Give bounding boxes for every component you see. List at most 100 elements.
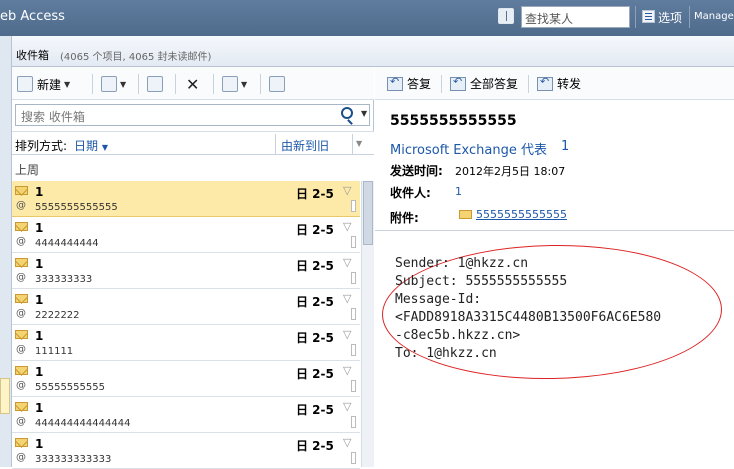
view-icon: [101, 76, 117, 92]
body-line: -c8ec5b.hkzz.cn>: [395, 328, 521, 343]
print-button[interactable]: [269, 74, 285, 94]
body-line: Message-Id:: [395, 292, 482, 307]
address-book-icon[interactable]: [498, 8, 514, 24]
read-toggle[interactable]: [351, 344, 356, 356]
move-copy-button[interactable]: ▼: [222, 74, 247, 94]
forward-button[interactable]: 转发: [537, 75, 581, 92]
attachment-link[interactable]: 5555555555555: [459, 208, 567, 221]
flag-icon[interactable]: ▽: [343, 400, 351, 413]
envelope-icon: [15, 294, 28, 303]
delete-button[interactable]: ✕: [186, 74, 199, 94]
list-scrollbar[interactable]: [361, 181, 374, 467]
chevron-down-icon[interactable]: ▼: [356, 139, 362, 148]
message-subject: 111111: [35, 346, 74, 357]
message-subject: 333333333: [35, 274, 93, 285]
message-row[interactable]: @ 1 4444444444 日 2-5 ▽: [12, 217, 360, 253]
search-inbox-input[interactable]: 搜索 收件箱 ▼: [15, 104, 370, 126]
message-subject: 55555555555: [35, 382, 105, 393]
read-toggle[interactable]: [351, 236, 356, 248]
read-toggle[interactable]: [351, 308, 356, 320]
message-subject: 5555555555555: [35, 202, 118, 213]
flag-icon[interactable]: ▽: [343, 328, 351, 341]
folder-count: (4065 个项目, 4065 封未读邮件): [60, 52, 212, 63]
divider: [441, 75, 442, 93]
flag-icon[interactable]: ▽: [343, 364, 351, 377]
flag-icon[interactable]: ▽: [343, 292, 351, 305]
read-toggle[interactable]: [351, 380, 356, 392]
reply-label: 答复: [407, 77, 432, 91]
message-row[interactable]: @ 1 333333333333 日 2-5 ▽: [12, 433, 360, 469]
new-button[interactable]: 新建 ▼: [17, 74, 70, 94]
sort-order-toggle[interactable]: 由新到旧: [281, 137, 329, 154]
envelope-icon: [15, 186, 28, 195]
flag-icon[interactable]: ▽: [343, 184, 351, 197]
scrollbar-thumb[interactable]: [363, 181, 373, 245]
message-sender: 1: [35, 401, 44, 415]
divider: [528, 75, 529, 93]
message-from[interactable]: Microsoft Exchange 代表: [390, 139, 547, 158]
clipboard-icon: [222, 76, 238, 92]
new-button-label: 新建: [37, 77, 62, 92]
attachment-icon: @: [16, 236, 26, 247]
attachment-label: 附件:: [390, 211, 419, 225]
chevron-down-icon[interactable]: ▼: [361, 109, 367, 118]
envelope-icon: [15, 438, 28, 447]
chevron-down-icon[interactable]: ▼: [120, 80, 126, 89]
group-label: 上周: [15, 163, 40, 177]
flag-icon[interactable]: ▽: [343, 436, 351, 449]
message-body-text: Sender: 1@hkzz.cn Subject: 5555555555555…: [395, 255, 661, 363]
read-toggle[interactable]: [351, 416, 356, 428]
message-date: 日 2-5: [296, 367, 334, 381]
attachment-icon: @: [16, 416, 26, 427]
envelope-icon: [459, 210, 472, 219]
message-list: @ 1 5555555555555 日 2-5 ▽ @ 1 4444444444…: [12, 181, 360, 469]
flag-icon[interactable]: ▽: [343, 256, 351, 269]
divider: [138, 74, 139, 94]
read-toggle[interactable]: [351, 200, 356, 212]
reply-all-icon: [450, 75, 466, 91]
read-toggle[interactable]: [351, 272, 356, 284]
message-date: 日 2-5: [296, 223, 334, 237]
sort-by-dropdown[interactable]: 日期 ▼: [74, 137, 108, 154]
message-row[interactable]: @ 1 5555555555555 日 2-5 ▽: [12, 181, 360, 217]
find-someone-input[interactable]: 查找某人: [521, 6, 630, 28]
message-header: 5555555555555 Microsoft Exchange 代表 1 发送…: [375, 100, 734, 231]
message-row[interactable]: @ 1 55555555555 日 2-5 ▽: [12, 361, 360, 397]
divider: [213, 74, 214, 94]
manage-link[interactable]: Manage: [694, 11, 734, 22]
view-button[interactable]: ▼: [101, 74, 126, 94]
forward-icon: [537, 75, 553, 91]
options-icon[interactable]: [642, 10, 655, 23]
envelope-icon: [15, 330, 28, 339]
divider: [260, 74, 261, 94]
sent-label: 发送时间:: [390, 164, 443, 178]
message-row[interactable]: @ 1 2222222 日 2-5 ▽: [12, 289, 360, 325]
options-link[interactable]: 选项: [658, 9, 682, 26]
message-sender: 1: [35, 365, 44, 379]
move-button[interactable]: [147, 74, 163, 94]
message-from-sender[interactable]: 1: [561, 139, 569, 154]
message-sender: 1: [35, 257, 44, 271]
flag-icon[interactable]: ▽: [343, 220, 351, 233]
title-bar: eb Access 查找某人 选项 Manage: [0, 0, 734, 36]
message-row[interactable]: @ 1 111111 日 2-5 ▽: [12, 325, 360, 361]
reply-all-button[interactable]: 全部答复: [450, 75, 518, 92]
app-title: eb Access: [0, 9, 65, 24]
to-value[interactable]: 1: [455, 185, 462, 198]
body-line: To: 1@hkzz.cn: [395, 346, 497, 361]
reply-icon: [387, 75, 403, 91]
chevron-down-icon[interactable]: ▼: [64, 80, 70, 89]
message-row[interactable]: @ 1 333333333 日 2-5 ▽: [12, 253, 360, 289]
chevron-down-icon[interactable]: ▼: [241, 80, 247, 89]
message-date: 日 2-5: [296, 187, 334, 201]
divider: [635, 6, 636, 28]
reply-button[interactable]: 答复: [387, 75, 431, 92]
message-date: 日 2-5: [296, 331, 334, 345]
attachment-icon: @: [16, 452, 26, 463]
attachment-icon: @: [16, 200, 26, 211]
read-toggle[interactable]: [351, 452, 356, 464]
message-sender: 1: [35, 185, 44, 199]
attachment-name: 5555555555555: [476, 208, 567, 221]
message-row[interactable]: @ 1 444444444444444 日 2-5 ▽: [12, 397, 360, 433]
search-icon[interactable]: [341, 107, 353, 119]
